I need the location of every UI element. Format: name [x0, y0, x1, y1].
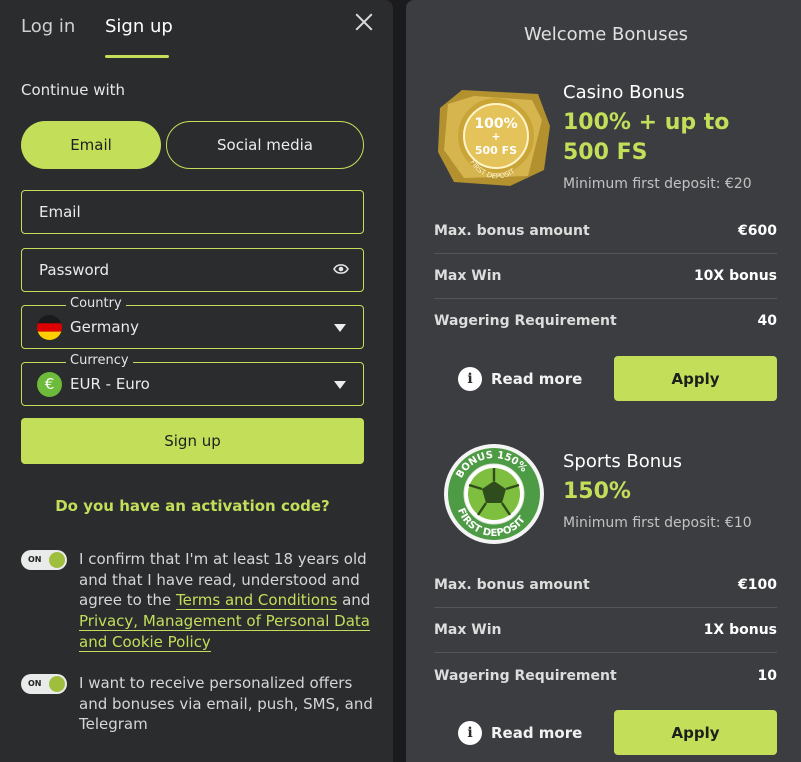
auth-panel: Log in Sign up Continue with Email Socia…	[0, 0, 393, 762]
terms-link[interactable]: Terms and Conditions	[176, 591, 338, 611]
privacy-policy-link[interactable]: Privacy, Management of Personal Data and…	[79, 612, 370, 652]
activation-code-link[interactable]: Do you have an activation code?	[0, 497, 385, 515]
row-label: Wagering Requirement	[434, 313, 617, 329]
row-label: Wagering Requirement	[434, 668, 617, 684]
row-label: Max Win	[434, 621, 502, 638]
row-value: 10	[757, 668, 777, 684]
row-label: Max. bonus amount	[434, 222, 590, 239]
continue-with-label: Continue with	[21, 81, 126, 99]
tab-login[interactable]: Log in	[21, 16, 75, 37]
row-value: €600	[738, 222, 777, 239]
euro-icon: €	[37, 371, 62, 397]
auth-tabs: Log in Sign up	[0, 0, 393, 60]
active-tab-indicator	[105, 55, 169, 58]
read-more-label: Read more	[491, 370, 583, 388]
country-select[interactable]: Country Germany	[21, 296, 364, 349]
casino-read-more-button[interactable]: i Read more	[458, 367, 582, 391]
row-label: Max Win	[434, 267, 502, 284]
country-legend: Country	[66, 296, 126, 311]
sports-bonus-name: Sports Bonus	[563, 451, 682, 472]
bonus-detail-row: Wagering Requirement 10	[434, 653, 777, 699]
toggle-on-label: ON	[28, 555, 42, 564]
germany-flag-icon	[37, 314, 62, 340]
bonus-detail-row: Wagering Requirement 40	[434, 298, 777, 344]
bonus-detail-row: Max Win 10X bonus	[434, 253, 777, 299]
chevron-down-icon	[334, 324, 346, 332]
password-placeholder: Password	[39, 261, 110, 279]
age-terms-consent-text: I confirm that I'm at least 18 years old…	[79, 549, 379, 653]
sports-min-deposit: Minimum first deposit: €10	[563, 515, 752, 531]
bonus-detail-row: Max. bonus amount €600	[434, 208, 777, 254]
toggle-on-label: ON	[28, 679, 42, 688]
age-terms-toggle[interactable]: ON	[21, 550, 67, 570]
sports-bonus-amount: 150%	[563, 479, 631, 504]
casino-bonus-name: Casino Bonus	[563, 82, 685, 103]
email-field[interactable]: Email	[21, 190, 364, 234]
sports-apply-button[interactable]: Apply	[614, 710, 777, 755]
marketing-consent-text: I want to receive personalized offers an…	[79, 674, 373, 734]
country-value: Germany	[70, 318, 139, 336]
close-icon[interactable]	[353, 11, 375, 33]
row-value: 10X bonus	[693, 267, 777, 284]
row-label: Max. bonus amount	[434, 576, 590, 593]
casino-bonus-amount: 100% + up to 500 FS	[563, 110, 730, 165]
read-more-label: Read more	[491, 724, 583, 742]
row-value: 40	[757, 313, 777, 329]
password-field[interactable]: Password	[21, 248, 364, 292]
bonus-detail-row: Max. bonus amount €100	[434, 562, 777, 608]
eye-icon[interactable]	[333, 263, 349, 275]
sign-up-button[interactable]: Sign up	[21, 418, 364, 464]
badge-text: +	[491, 130, 500, 143]
email-placeholder: Email	[39, 203, 81, 221]
soccer-ball-badge-icon: BONUS 150% FIRST DEPOSIT	[444, 444, 544, 544]
chevron-down-icon	[334, 381, 346, 389]
tab-signup[interactable]: Sign up	[105, 16, 173, 37]
welcome-bonuses-panel: Welcome Bonuses 100% + 500 FS FIRST DEPO…	[406, 0, 801, 762]
badge-text: 500 FS	[475, 144, 517, 157]
currency-legend: Currency	[66, 353, 133, 368]
sports-read-more-button[interactable]: i Read more	[458, 721, 582, 745]
email-method-button[interactable]: Email	[21, 121, 161, 169]
welcome-bonuses-title: Welcome Bonuses	[523, 24, 689, 45]
casino-badge-icon: 100% + 500 FS FIRST DEPOSIT	[438, 90, 550, 186]
info-icon: i	[458, 367, 482, 391]
row-value: €100	[738, 576, 777, 593]
currency-select[interactable]: Currency € EUR - Euro	[21, 353, 364, 406]
toggle-knob	[49, 676, 65, 692]
info-icon: i	[458, 721, 482, 745]
casino-apply-button[interactable]: Apply	[614, 356, 777, 401]
social-media-method-button[interactable]: Social media	[166, 121, 364, 169]
app: Log in Sign up Continue with Email Socia…	[0, 0, 801, 762]
casino-min-deposit: Minimum first deposit: €20	[563, 176, 752, 192]
toggle-knob	[49, 552, 65, 568]
bonus-detail-row: Max Win 1X bonus	[434, 607, 777, 653]
currency-value: EUR - Euro	[70, 375, 150, 393]
row-value: 1X bonus	[703, 621, 777, 638]
consent-text-and: and	[337, 591, 371, 610]
marketing-offers-toggle[interactable]: ON	[21, 674, 67, 694]
